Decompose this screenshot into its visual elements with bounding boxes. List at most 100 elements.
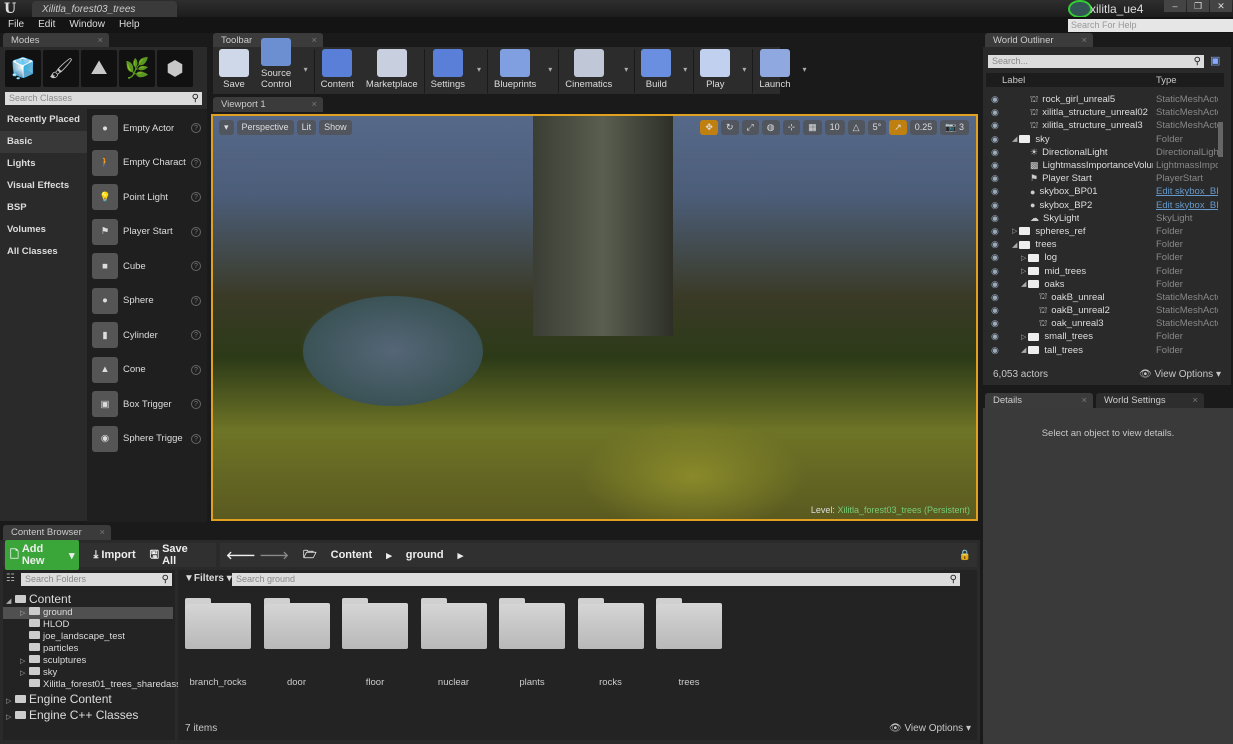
help-icon[interactable]: ? [191, 399, 201, 410]
outliner-row[interactable]: ◉ ●skybox_BP2 Edit skybox_BP2 [986, 199, 1218, 212]
placeable-item[interactable]: ▮ Cylinder? [87, 318, 207, 353]
expand-arrow-icon[interactable]: ▷ [1012, 227, 1017, 235]
tab-details[interactable]: Details × [985, 393, 1093, 408]
tab-world-outliner[interactable]: World Outliner × [985, 33, 1093, 48]
category-item[interactable]: Lights [0, 153, 87, 175]
import-button[interactable]: ⤓ Import [93, 549, 135, 562]
asset-folder[interactable]: rocks [577, 595, 644, 688]
column-label[interactable]: Label [1002, 75, 1025, 86]
category-item[interactable]: All Classes [0, 241, 87, 263]
help-icon[interactable]: ? [191, 157, 201, 168]
visibility-eye-icon[interactable]: ◉ [991, 239, 1003, 250]
placeable-item[interactable]: 💡 Point Light? [87, 180, 207, 215]
placeable-item[interactable]: ● Empty Actor? [87, 111, 207, 146]
help-icon[interactable]: ? [191, 364, 201, 375]
close-icon[interactable]: × [97, 35, 103, 46]
folder-tree-item[interactable]: HLOD [3, 619, 173, 631]
surface-snap-icon[interactable]: ⊹ [782, 120, 801, 135]
outliner-row[interactable]: ◉ ☀ DirectionalLight DirectionalLight [986, 146, 1218, 159]
help-icon[interactable]: ? [191, 295, 201, 306]
content-view-options[interactable]: 👁 View Options ▾ [889, 723, 971, 734]
outliner-row[interactable]: ◉ ⛫ oak_unreal3 StaticMeshActo [986, 317, 1218, 330]
dropdown-arrow-icon[interactable]: ▾ [624, 65, 628, 74]
help-icon[interactable]: ? [191, 192, 201, 203]
expand-arrow-icon[interactable]: ◢ [1021, 346, 1026, 354]
close-icon[interactable]: × [311, 99, 317, 110]
row-type[interactable]: Edit skybox_BP01 [1156, 186, 1218, 197]
minimize-button[interactable]: – [1164, 0, 1186, 12]
help-icon[interactable]: ? [191, 226, 201, 237]
folder-tree-item[interactable]: Xilitla_forest01_trees_sharedass [3, 679, 181, 691]
help-search-input[interactable]: Search For Help [1068, 19, 1233, 32]
translate-icon[interactable]: ✥ [700, 120, 718, 135]
visibility-eye-icon[interactable]: ◉ [991, 107, 1003, 118]
visibility-eye-icon[interactable]: ◉ [991, 292, 1003, 303]
dropdown-arrow-icon[interactable]: ▾ [304, 65, 308, 74]
expand-arrow-icon[interactable]: ◢ [1012, 241, 1017, 249]
asset-folder[interactable]: branch_rocks [185, 595, 251, 688]
column-type[interactable]: Type [1156, 75, 1177, 86]
visibility-eye-icon[interactable]: ◉ [991, 266, 1003, 277]
help-icon[interactable] [1068, 0, 1092, 18]
visibility-eye-icon[interactable]: ◉ [991, 331, 1003, 342]
category-item[interactable]: Basic [0, 131, 87, 153]
toolbar-button-blueprints[interactable]: Blueprints [494, 49, 536, 90]
outliner-scrollbar[interactable] [1218, 122, 1223, 157]
visibility-eye-icon[interactable]: ◉ [991, 345, 1003, 356]
forward-button[interactable]: 🡒 [260, 548, 290, 562]
tab-viewport-1[interactable]: Viewport 1 × [213, 97, 323, 112]
viewport-3d[interactable]: ▾ Perspective Lit Show ✥ ↻ ⤢ ◍ ⊹ ▦ 10 △ … [211, 114, 978, 521]
close-icon[interactable]: × [1081, 395, 1087, 406]
outliner-row[interactable]: ◉ ▷ spheres_ref Folder [986, 225, 1218, 238]
back-button[interactable]: 🡐 [226, 548, 256, 562]
toolbar-button-settings[interactable]: Settings [431, 49, 465, 90]
world-space-icon[interactable]: ◍ [761, 120, 780, 135]
outliner-row[interactable]: ◉ ◢ tall_trees Folder [986, 344, 1218, 357]
asset-folder[interactable]: plants [499, 595, 565, 688]
outliner-row[interactable]: ◉ ▷ small_trees Folder [986, 330, 1218, 343]
scale-snap-value[interactable]: 0.25 [909, 120, 938, 135]
path-content[interactable]: Content [331, 549, 373, 561]
asset-folder[interactable]: nuclear [420, 595, 487, 688]
rotation-snap-icon[interactable]: △ [847, 120, 865, 135]
add-folder-icon[interactable]: ▣ [1210, 54, 1220, 67]
save-all-button[interactable]: 🖫 Save All [150, 543, 202, 567]
add-new-button[interactable]: 🗋 Add New ▾ [5, 540, 80, 570]
grid-snap-value[interactable]: 10 [824, 120, 845, 135]
paint-mode-icon[interactable]: 🖌 [43, 50, 79, 87]
viewport-options-button[interactable]: ▾ [219, 120, 234, 135]
outliner-row[interactable]: ◉ ⛫ xilitla_structure_unreal3 StaticMeshAct… [986, 119, 1218, 132]
category-item[interactable]: Visual Effects [0, 175, 87, 197]
menu-window[interactable]: Window [69, 17, 105, 33]
folder-tree-item[interactable]: particles [3, 643, 173, 655]
folder-tree-item[interactable]: ▷ Engine C++ Classes [3, 707, 173, 723]
asset-folder[interactable]: door [263, 595, 330, 688]
document-tab[interactable]: Xilitla_forest03_trees [32, 1, 177, 17]
outliner-row[interactable]: ◉ ◢ sky Folder [986, 133, 1218, 146]
placeable-item[interactable]: ● Sphere? [87, 284, 207, 319]
folder-tree-item[interactable]: joe_landscape_test [3, 631, 173, 643]
folder-tree-item[interactable]: ▷ sculptures [3, 655, 173, 667]
tab-content-browser[interactable]: Content Browser × [3, 525, 111, 540]
outliner-row[interactable]: ◉ ☁ SkyLight SkyLight [986, 212, 1218, 225]
path-ground[interactable]: ground [406, 549, 444, 561]
outliner-row[interactable]: ◉ ⛫ rock_girl_unreal5 StaticMeshActo [986, 93, 1218, 106]
grid-snap-icon[interactable]: ▦ [803, 120, 822, 135]
dropdown-arrow-icon[interactable]: ▾ [803, 65, 807, 74]
sources-toggle-icon[interactable]: ☷ [6, 573, 15, 584]
close-icon[interactable]: × [311, 35, 317, 46]
placeable-item[interactable]: ⚑ Player Start? [87, 215, 207, 250]
outliner-view-options[interactable]: 👁 View Options ▾ [1139, 369, 1221, 380]
folder-tree-item[interactable]: ▷ sky [3, 667, 173, 679]
visibility-eye-icon[interactable]: ◉ [991, 120, 1003, 131]
visibility-eye-icon[interactable]: ◉ [991, 318, 1003, 329]
dropdown-arrow-icon[interactable]: ▾ [548, 65, 552, 74]
expand-arrow-icon[interactable]: ◢ [6, 594, 15, 610]
expand-arrow-icon[interactable]: ◢ [1021, 280, 1026, 288]
placeable-item[interactable]: ▣ Box Trigger? [87, 387, 207, 422]
expand-arrow-icon[interactable]: ▷ [1021, 333, 1026, 341]
placeable-item[interactable]: 🚶 Empty Charact? [87, 146, 207, 181]
visibility-eye-icon[interactable]: ◉ [991, 94, 1003, 105]
landscape-mode-icon[interactable]: ⛰ [81, 50, 117, 87]
tab-modes[interactable]: Modes × [3, 33, 109, 48]
